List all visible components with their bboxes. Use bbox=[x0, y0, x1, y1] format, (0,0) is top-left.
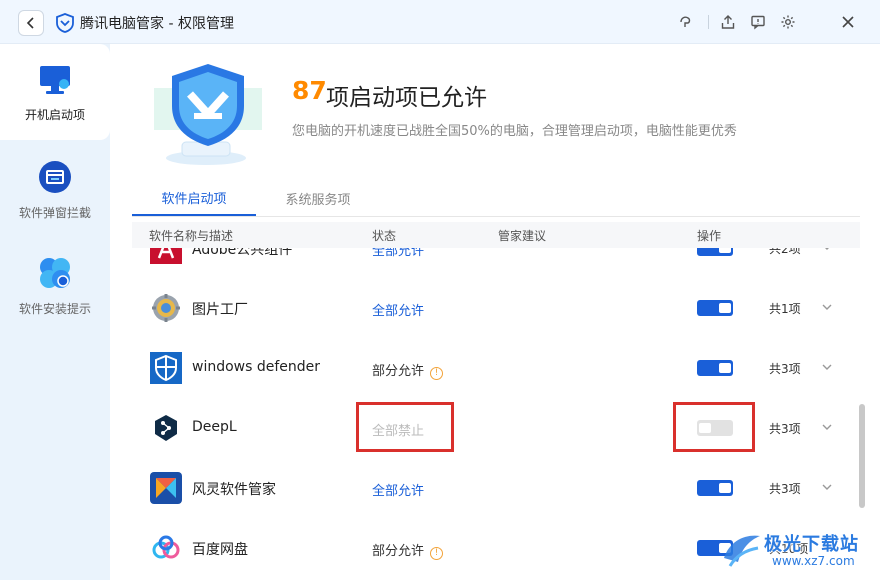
hero-title: 项启动项已允许 bbox=[326, 85, 487, 111]
close-icon bbox=[842, 16, 854, 28]
table-row: Adobe公共组件 全部允许 共2项 bbox=[132, 248, 860, 278]
install-tip-icon bbox=[40, 258, 70, 288]
list-scrollbar[interactable] bbox=[859, 404, 865, 508]
startup-toggle[interactable] bbox=[697, 360, 733, 376]
hero-subtitle: 您电脑的开机速度已战胜全国50%的电脑，合理管理启动项，电脑性能更优秀 bbox=[292, 124, 737, 139]
tab-system-services[interactable]: 系统服务项 bbox=[256, 180, 380, 216]
column-header-status: 状态 bbox=[372, 229, 397, 243]
table-row: windows defender 部分允许! 共3项 bbox=[132, 338, 860, 398]
chevron-down-icon[interactable] bbox=[820, 360, 834, 374]
app-name: Adobe公共组件 bbox=[192, 248, 293, 258]
app-name: 风灵软件管家 bbox=[192, 482, 276, 498]
tab-divider bbox=[132, 216, 860, 217]
skin-icon bbox=[680, 16, 691, 27]
sidebar-item-label: 软件安装提示 bbox=[18, 302, 91, 316]
tencent-pc-manager-logo-icon bbox=[56, 13, 74, 33]
item-count: 共2项 bbox=[769, 248, 801, 256]
item-count: 共1项 bbox=[769, 302, 801, 316]
windows-defender-icon bbox=[150, 352, 182, 384]
baidu-netdisk-icon bbox=[152, 535, 180, 559]
chevron-down-icon[interactable] bbox=[820, 480, 834, 494]
watermark: 极光下载站 www.xz7.com bbox=[720, 524, 876, 576]
share-button[interactable] bbox=[718, 12, 738, 32]
settings-button[interactable] bbox=[778, 12, 798, 32]
item-count: 共3项 bbox=[769, 422, 801, 436]
chevron-down-icon[interactable] bbox=[820, 300, 834, 314]
item-count: 共3项 bbox=[769, 362, 801, 376]
status-text[interactable]: 部分允许! bbox=[372, 360, 444, 380]
column-header-action: 操作 bbox=[697, 229, 722, 243]
startup-count: 87 bbox=[292, 76, 327, 105]
deepl-icon bbox=[155, 415, 177, 441]
watermark-url: www.xz7.com bbox=[772, 554, 855, 568]
chevron-down-icon[interactable] bbox=[820, 420, 834, 434]
chevron-left-icon bbox=[26, 17, 34, 29]
popup-block-icon bbox=[39, 161, 71, 193]
chevron-down-icon[interactable] bbox=[820, 248, 834, 254]
sidebar-item-install-tip[interactable]: 软件安装提示 bbox=[0, 236, 110, 332]
status-text[interactable]: 全部允许 bbox=[372, 300, 424, 319]
app-name: 图片工厂 bbox=[192, 302, 248, 318]
app-name: DeepL bbox=[192, 419, 237, 435]
highlight-box-status bbox=[356, 402, 454, 452]
feedback-icon bbox=[751, 15, 765, 30]
app-name: 百度网盘 bbox=[192, 542, 248, 558]
main-panel: 87 项启动项已允许 您电脑的开机速度已战胜全国50%的电脑，合理管理启动项，电… bbox=[110, 44, 880, 580]
sidebar-item-label: 软件弹窗拦截 bbox=[18, 206, 91, 220]
shield-icon bbox=[154, 64, 262, 165]
sidebar-item-label: 开机启动项 bbox=[24, 108, 85, 122]
status-label: 部分允许 bbox=[372, 364, 425, 379]
picture-factory-icon bbox=[152, 294, 180, 322]
status-text[interactable]: 部分允许! bbox=[372, 540, 444, 560]
item-count: 共3项 bbox=[769, 482, 801, 496]
skin-button[interactable] bbox=[676, 12, 696, 32]
table-row: 图片工厂 全部允许 共1项 bbox=[132, 278, 860, 338]
app-name: windows defender bbox=[192, 359, 321, 375]
gear-icon bbox=[781, 15, 795, 29]
tab-software-startup[interactable]: 软件启动项 bbox=[132, 180, 256, 216]
feedback-button[interactable] bbox=[748, 12, 768, 32]
column-header-advice: 管家建议 bbox=[498, 229, 547, 243]
watermark-logo-icon bbox=[724, 535, 760, 567]
startup-toggle[interactable] bbox=[697, 300, 733, 316]
upload-icon bbox=[721, 15, 735, 29]
status-text[interactable]: 全部允许 bbox=[372, 248, 424, 259]
monitor-icon bbox=[40, 66, 70, 94]
highlight-box-toggle bbox=[673, 402, 755, 452]
startup-toggle[interactable] bbox=[697, 480, 733, 496]
table-row: 风灵软件管家 全部允许 共3项 bbox=[132, 458, 860, 518]
warning-icon[interactable]: ! bbox=[430, 547, 444, 560]
column-header-name: 软件名称与描述 bbox=[149, 229, 234, 243]
watermark-title: 极光下载站 bbox=[764, 534, 859, 555]
title-bar-divider bbox=[708, 15, 709, 29]
window-title: 腾讯电脑管家 - 权限管理 bbox=[80, 16, 234, 32]
fengling-software-manager-icon bbox=[150, 472, 182, 504]
warning-icon[interactable]: ! bbox=[430, 367, 444, 380]
startup-toggle[interactable] bbox=[697, 248, 733, 256]
close-button[interactable] bbox=[838, 12, 858, 32]
back-button[interactable] bbox=[18, 10, 44, 36]
sidebar: 开机启动项 软件弹窗拦截 软件安装提示 bbox=[0, 44, 110, 580]
adobe-icon bbox=[150, 248, 182, 264]
table-header: 软件名称与描述 状态 管家建议 操作 bbox=[132, 222, 860, 248]
title-bar: 腾讯电脑管家 - 权限管理 bbox=[0, 0, 880, 44]
sidebar-item-startup[interactable]: 开机启动项 bbox=[0, 44, 110, 140]
status-text[interactable]: 全部允许 bbox=[372, 480, 424, 499]
status-label: 部分允许 bbox=[372, 544, 425, 559]
sidebar-item-popup-block[interactable]: 软件弹窗拦截 bbox=[0, 140, 110, 236]
